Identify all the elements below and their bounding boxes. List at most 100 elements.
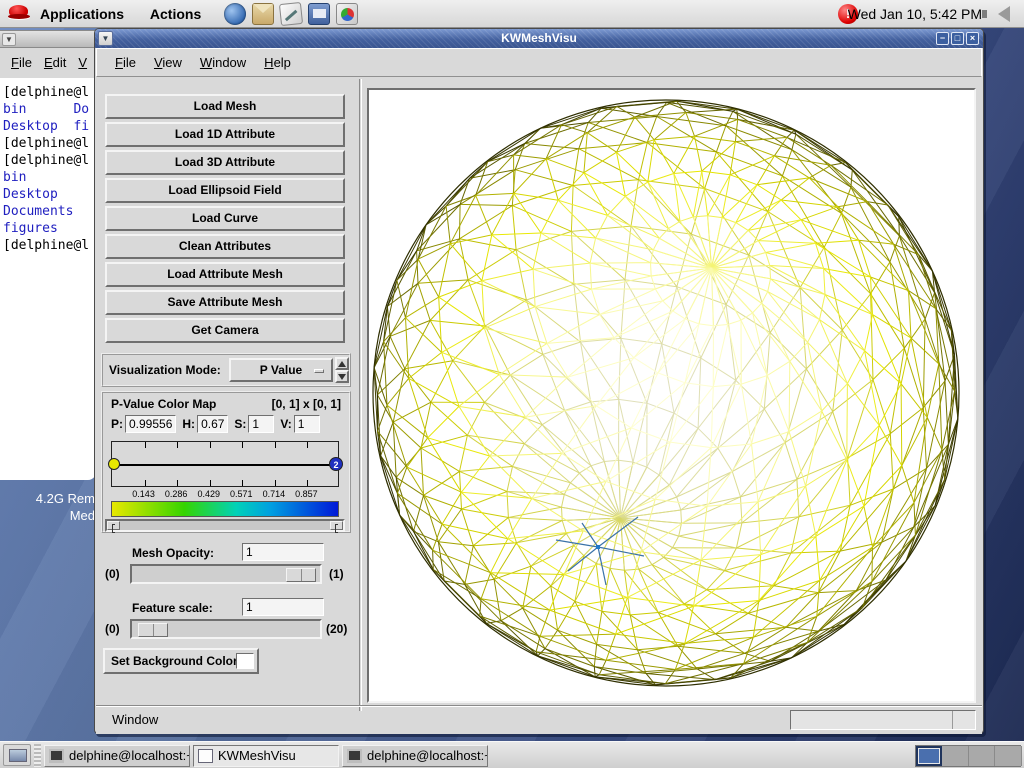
node-line [112,464,340,466]
task-button-kwmeshvisu[interactable]: KWMeshVisu [193,745,339,767]
field-label-h: H: [182,417,195,431]
render-viewport[interactable] [367,88,976,703]
presentation-icon[interactable] [308,3,330,25]
applications-menu[interactable]: Applications [34,0,130,28]
app-menubar: File View Window Help [96,48,982,77]
taskbar: delphine@localhost:~KWMeshVisudelphine@l… [0,741,1024,768]
window-menu-button[interactable]: ▼ [98,31,113,46]
terminal-output[interactable]: [delphine@lbin DoDesktop fi[delphine@l[d… [0,78,96,480]
node-tick-top [242,442,243,448]
node-tick-bottom [210,480,211,486]
show-desktop-button[interactable] [3,744,31,766]
workspace-switcher[interactable] [915,745,1021,767]
terminal-line: bin [3,169,96,186]
field-entry-h[interactable]: 0.67 [197,415,228,433]
feature-scale-slider[interactable] [130,619,322,639]
minimize-button[interactable]: − [936,32,949,45]
get-camera-button[interactable]: Get Camera [105,318,345,343]
terminal-window-menu-button[interactable]: ▼ [2,33,16,46]
kwmeshvisu-window: KWMeshVisu ▼ − □ × File View Window Help Lo… [94,28,984,734]
terminal-window: ▼ File Edit V [delphine@lbin DoDesktop fi[… [0,30,96,480]
load-1d-attribute-button[interactable]: Load 1D Attribute [105,122,345,147]
clean-attributes-button[interactable]: Clean Attributes [105,234,345,259]
load-3d-attribute-button[interactable]: Load 3D Attribute [105,150,345,175]
load-mesh-button[interactable]: Load Mesh [105,94,345,119]
mesh-opacity-slider[interactable] [130,564,322,584]
terminal-menu-file[interactable]: File [11,55,32,70]
colormap-tick-value: 0.286 [165,489,188,499]
redhat-menu-icon[interactable] [8,4,30,22]
save-attribute-mesh-button[interactable]: Save Attribute Mesh [105,290,345,315]
app-titlebar[interactable]: KWMeshVisu ▼ − □ × [95,29,983,48]
node-tick-top [177,442,178,448]
set-background-color-button[interactable]: Set Background Color [103,648,259,674]
terminal-menubar: File Edit V [0,48,96,78]
colormap-range: [0, 1] x [0, 1] [272,397,341,411]
highlighted-vertex-edge [598,547,644,556]
field-entry-s[interactable]: 1 [248,415,274,433]
colormap-scrollbar[interactable] [105,519,345,532]
desktop-icon-label[interactable]: 4.2G Rem Med [0,490,95,524]
feature-scale-max: (20) [326,622,347,636]
actions-menu[interactable]: Actions [144,0,207,28]
background-color-swatch [236,653,254,669]
load-ellipsoid-field-button[interactable]: Load Ellipsoid Field [105,178,345,203]
statusbar-separator [96,705,982,707]
sphere-wireframe [369,90,974,701]
terminal-titlebar[interactable]: ▼ [0,30,96,48]
spinner-up-button[interactable] [335,357,349,370]
email-client-icon[interactable] [252,3,274,25]
task-button-delphine-localhost-[interactable]: delphine@localhost:~ [44,745,190,767]
mesh-opacity-min: (0) [105,567,120,581]
menu-window[interactable]: Window [200,55,246,70]
terminal-menu-v[interactable]: V [78,55,87,70]
terminal-menu-edit[interactable]: Edit [44,55,66,70]
feature-scale-min: (0) [105,622,120,636]
spinner-down-button[interactable] [335,370,349,383]
colormap-tick-value: 0.429 [197,489,220,499]
colormap-gradient-bar [111,501,339,517]
chart-tool-icon[interactable] [336,3,358,25]
node-tick-top [145,442,146,448]
mesh-opacity-label: Mesh Opacity: [132,546,214,560]
colormap-node-right[interactable]: 2 [329,457,343,471]
web-browser-icon[interactable] [224,3,246,25]
colormap-tick-labels: 0.1430.2860.4290.5710.7140.857 [111,489,339,499]
menu-view[interactable]: View [154,55,182,70]
visualization-mode-dropdown[interactable]: P Value [229,358,333,382]
mesh-opacity-max: (1) [329,567,344,581]
colormap-node-left[interactable] [108,458,120,470]
scrollbar-left-handle[interactable] [107,521,120,530]
task-button-delphine-localhost-[interactable]: delphine@localhost:~ [342,745,488,767]
colormap-tick-value: 0.143 [132,489,155,499]
field-entry-v[interactable]: 1 [294,415,320,433]
volume-icon[interactable] [998,6,1010,22]
field-entry-p[interactable]: 0.99556 [125,415,176,433]
feature-scale-entry[interactable]: 1 [242,598,324,616]
field-label-s: S: [234,417,246,431]
maximize-button[interactable]: □ [951,32,964,45]
progress-bar [790,710,976,730]
node-tick-top [275,442,276,448]
taskbar-handle[interactable] [34,744,41,767]
word-processor-icon[interactable] [279,2,303,26]
workspace-1[interactable] [916,746,942,766]
colormap-node-editor[interactable]: 2 [111,441,339,487]
workspace-3[interactable] [969,746,995,766]
clock[interactable]: Wed Jan 10, 5:42 PM [848,0,982,28]
feature-scale-slider-handle[interactable] [138,623,168,637]
close-button[interactable]: × [966,32,979,45]
mesh-opacity-entry[interactable]: 1 [242,543,324,561]
mesh-opacity-slider-handle[interactable] [286,568,316,582]
menu-help[interactable]: Help [264,55,291,70]
menu-file[interactable]: File [115,55,136,70]
panel-separator [359,79,362,711]
workspace-4[interactable] [996,746,1022,766]
status-text: Window [112,709,158,731]
scrollbar-right-handle[interactable] [330,521,343,530]
workspace-2[interactable] [943,746,969,766]
load-curve-button[interactable]: Load Curve [105,206,345,231]
load-attribute-mesh-button[interactable]: Load Attribute Mesh [105,262,345,287]
node-tick-bottom [242,480,243,486]
visualization-mode-frame: Visualization Mode: P Value [101,353,351,387]
